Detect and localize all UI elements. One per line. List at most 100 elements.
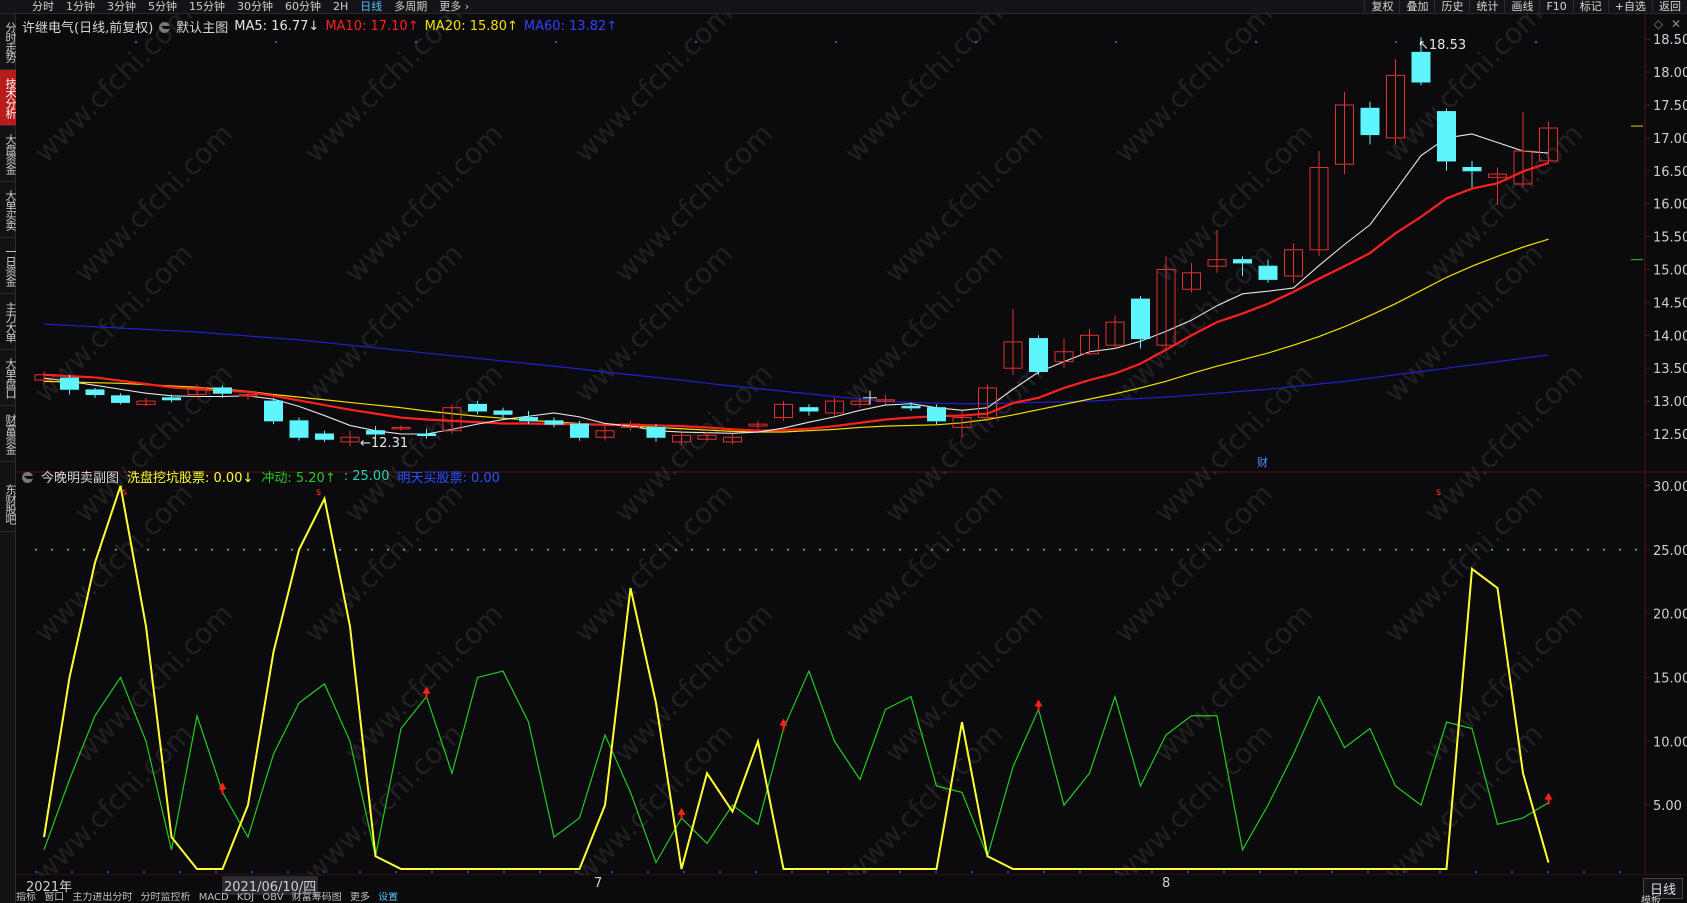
sub-y-tick-label: 30.00 [1653,480,1687,495]
line25-dot [547,548,549,551]
vtab-forum[interactable]: 东财股吧 [0,476,17,532]
tab-1min[interactable]: 1分钟 [60,0,101,14]
tab-5min[interactable]: 5分钟 [142,0,183,14]
template-tab[interactable]: 模板 [1641,892,1661,903]
tab-main-flow[interactable]: 主力进出分时 [72,892,132,903]
line25-dot [1619,548,1621,551]
line25-dot [259,548,261,551]
vtab-market-funds[interactable]: 大盘资金 [0,126,17,182]
sub-chart-title[interactable]: 今晚明卖副图 [41,467,119,486]
cai-marker[interactable]: 财 [1257,454,1268,470]
ma60-line [43,323,1549,405]
tab-kdj[interactable]: KDJ [237,892,254,903]
mingtian-value: 明天买股票: 0.00 [397,471,500,486]
overlay-button[interactable]: 叠加 [1399,0,1434,14]
watermark-text: www.cfchi.com [568,14,740,169]
mingtian-dot [467,871,469,873]
tab-30min[interactable]: 30分钟 [231,0,279,14]
mingtian-dot [215,871,217,873]
low-price-annotation: ←12.31 [360,436,408,451]
tab-fenshi[interactable]: 分时 [26,0,60,14]
candle-body [901,405,921,409]
tab-window[interactable]: 窗口 [44,892,64,903]
vtab-main-big-orders[interactable]: 主力大单 [0,294,17,350]
vtab-big-orders[interactable]: 大单买卖 [0,182,17,238]
line25-dot [387,548,389,551]
tab-15min[interactable]: 15分钟 [183,0,231,14]
history-button[interactable]: 历史 [1434,0,1469,14]
settings-gear-icon[interactable] [159,22,173,33]
tab-settings[interactable]: 设置 [378,892,398,903]
line25-dot [995,548,997,551]
tab-2h[interactable]: 2H [327,0,354,14]
line25-dot [307,548,309,551]
tab-macd[interactable]: MACD [199,892,229,903]
draw-line-button[interactable]: 画线 [1504,0,1539,14]
line25-dot [1427,548,1429,551]
tab-monitor[interactable]: 分时监控析 [141,892,191,903]
tab-daily[interactable]: 日线 [354,0,388,14]
line25-dot [419,548,421,551]
diamond-icon[interactable]: ◇ [1654,17,1663,31]
tab-more[interactable]: 更多 › [433,0,475,14]
tab-60min[interactable]: 60分钟 [279,0,327,14]
line25-dot [67,548,69,551]
line25-dot [1219,548,1221,551]
arrow-icon: ← [360,436,371,451]
f10-button[interactable]: F10 [1539,0,1572,14]
line25-dot [1539,548,1541,551]
back-button[interactable]: 返回 [1652,0,1687,14]
candle-body [1233,259,1252,264]
mingtian-dot [1007,871,1009,873]
restore-rights-button[interactable]: 复权 [1364,0,1399,14]
line25-dot [1235,548,1237,551]
sub-y-tick-label: 10.00 [1653,735,1687,750]
top-toolbar: 分时 1分钟 3分钟 5分钟 15分钟 30分钟 60分钟 2H 日线 多周期 … [0,0,1687,14]
line25-dot [899,548,901,551]
mingtian-dot [1295,871,1297,873]
statistics-button[interactable]: 统计 [1469,0,1504,14]
line25-dot [1203,548,1205,551]
candle-body [646,426,666,438]
vtab-order-book[interactable]: 大单盘口 [0,350,17,406]
tab-chip[interactable]: 财富筹码图 [292,892,342,903]
line25-dot [1571,548,1573,551]
chart-canvas[interactable]: www.cfchi.com www.cfchi.com www.cfchi.com w… [16,14,1687,875]
tab-multi-period[interactable]: 多周期 [388,0,433,14]
sub-settings-gear-icon[interactable] [22,472,35,483]
line25-dot [1331,548,1333,551]
line25-value: : 25.00 [343,469,390,484]
line25-dot [1411,548,1413,551]
add-watchlist-button[interactable]: +自选 [1607,0,1652,14]
tab-obv[interactable]: OBV [262,892,283,903]
tab-3min[interactable]: 3分钟 [101,0,142,14]
mark-button[interactable]: 标记 [1572,0,1608,14]
vtab-daily-funds[interactable]: 一日资金 [0,238,17,294]
tab-indicator[interactable]: 指标 [16,892,36,903]
sub-y-tick-label: 20.00 [1653,608,1687,623]
line25-dot [515,548,517,551]
main-template-label[interactable]: 默认主图 [176,17,228,36]
line25-dot [275,548,277,551]
line25-dot [1027,548,1029,551]
candle-body [927,407,946,422]
mingtian-dot [503,871,505,873]
buy-arrow-icon [677,807,686,815]
line25-dot [979,548,981,551]
line25-dot [1587,548,1589,551]
close-icon[interactable]: ✕ [1671,17,1681,31]
top-dot [415,41,417,43]
candle-body [1258,265,1278,280]
ma5-value: MA5: 16.77↓ [234,19,320,34]
tab-more-indicators[interactable]: 更多 [350,892,370,903]
mingtian-dot [1151,871,1153,873]
line25-dot [787,548,789,551]
line25-dot [627,548,629,551]
line25-dot [867,548,869,551]
vtab-intraday[interactable]: 分时走势 [0,14,17,70]
chongdong-line [43,669,1549,865]
mingtian-dot [107,871,109,873]
top-dot [555,41,557,43]
vtab-technical-analysis[interactable]: 技术分析 [0,70,17,126]
vtab-wealth-funds[interactable]: 财富资金 [0,406,17,462]
